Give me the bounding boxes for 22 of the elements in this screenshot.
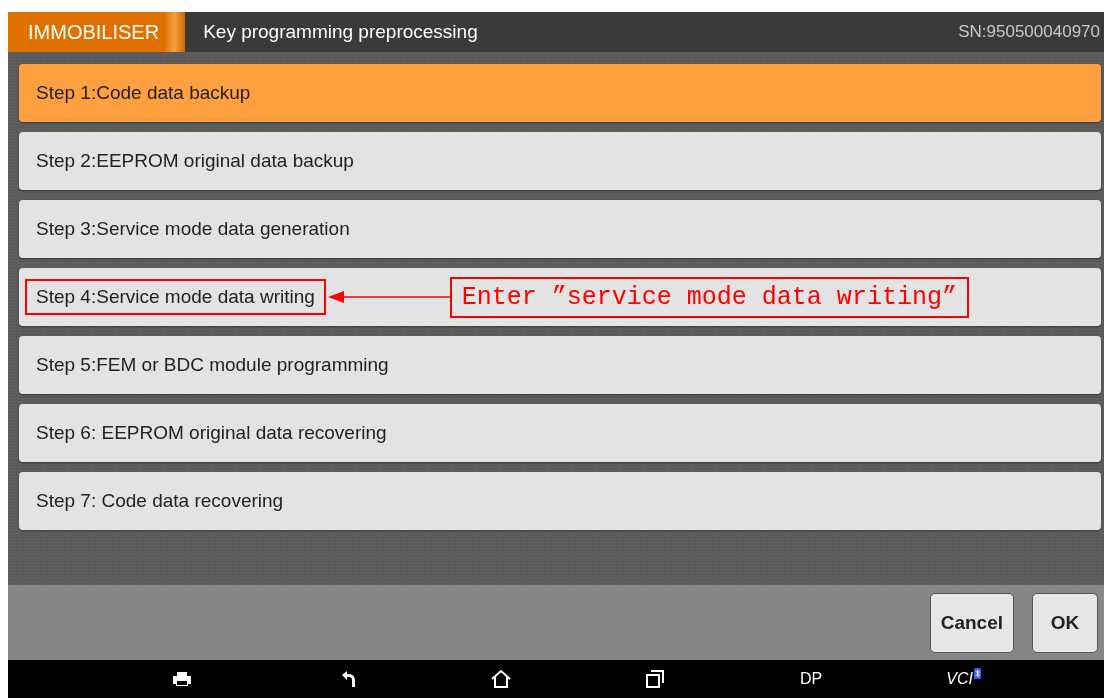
step-label: Step 5:FEM or BDC module programming [35,353,390,377]
dialog-button[interactable]: Cancel [929,593,1014,653]
step-label: Step 4:Service mode data writing [25,279,326,315]
dp-label[interactable]: DP [800,670,823,688]
step-label: Step 1:Code data backup [35,81,252,105]
step-item[interactable]: Step 3:Service mode data generation [19,200,1101,258]
step-item[interactable]: Step 4:Service mode data writing Enter ”service mode data writing” [19,268,1101,326]
step-item[interactable]: Step 2:EEPROM original data backup [19,132,1101,190]
page-title: Key programming preprocessing [203,21,479,43]
step-label: Step 2:EEPROM original data backup [35,149,355,173]
vci-label[interactable]: VCI [946,670,973,688]
step-label: Step 3:Service mode data generation [35,217,351,241]
step-item[interactable]: Step 1:Code data backup [19,64,1101,122]
step-label: Step 7: Code data recovering [35,489,285,513]
module-title: IMMOBILISER [8,12,186,52]
step-item[interactable]: Step 5:FEM or BDC module programming [19,336,1101,394]
serial-number: SN:950500040970 [958,22,1100,42]
step-item[interactable]: Step 6: EEPROM original data recovering [19,404,1101,462]
step-label: Step 6: EEPROM original data recovering [35,421,388,445]
annotation-note: Enter ”service mode data writing” [449,276,969,318]
step-item[interactable]: Step 7: Code data recovering [19,472,1101,530]
dialog-button[interactable]: OK [1032,593,1098,653]
